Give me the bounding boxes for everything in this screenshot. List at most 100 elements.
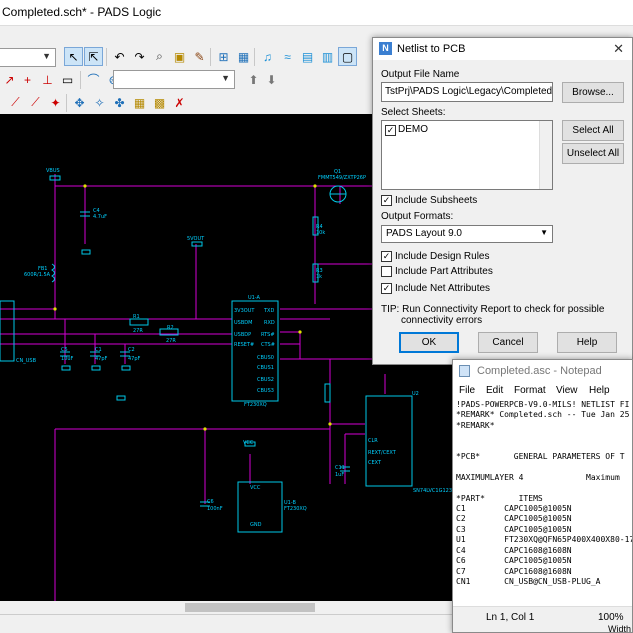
cursor-position: Ln 1, Col 1: [486, 612, 535, 623]
text-line: [456, 462, 632, 472]
toolbar-separator: [210, 48, 211, 66]
scrollbar-thumb[interactable]: [185, 603, 315, 612]
chart-icon[interactable]: ▤: [298, 47, 317, 66]
label-c1: C1: [95, 347, 102, 353]
menu-view[interactable]: View: [556, 385, 578, 396]
add-wire-icon[interactable]: ⟋: [6, 93, 25, 112]
menu-help[interactable]: Help: [589, 385, 610, 396]
close-icon[interactable]: ✕: [613, 41, 624, 57]
include-part-attributes-checkbox[interactable]: [381, 266, 392, 277]
zoom-combo[interactable]: ▼: [0, 48, 56, 67]
include-design-rules-checkbox[interactable]: ✓: [381, 251, 392, 262]
include-net-attributes-checkbox[interactable]: ✓: [381, 283, 392, 294]
line-icon[interactable]: ↗: [0, 70, 19, 89]
undo-icon[interactable]: ↶: [110, 47, 129, 66]
text-line: *PART* ITEMS: [456, 493, 543, 503]
notepad-menubar: File Edit Format View Help: [453, 382, 632, 400]
output-file-field[interactable]: TstPrj\PADS Logic\Legacy\Completed.asc: [381, 82, 553, 102]
dialog-titlebar[interactable]: N Netlist to PCB ✕: [373, 38, 632, 60]
include-design-rules-label: Include Design Rules: [395, 251, 490, 262]
select-icon[interactable]: ↖: [64, 47, 83, 66]
delete-icon[interactable]: ✗: [170, 93, 189, 112]
notepad-window: Completed.asc - Notepad File Edit Format…: [452, 359, 633, 633]
main-titlebar[interactable]: Completed.sch* - PADS Logic: [0, 0, 633, 26]
ok-button[interactable]: OK: [399, 332, 459, 353]
move-icon[interactable]: ✥: [70, 93, 89, 112]
label-r2: R2: [167, 325, 174, 331]
pin-label-cext: CEXT: [368, 460, 382, 466]
browse-button[interactable]: Browse...: [562, 82, 624, 103]
label-c6-value: 100nF: [207, 506, 223, 512]
label-u2-part: SN74LVC1G123: [413, 488, 452, 494]
text-line: CN1 CN_USB@CN_USB-PLUG_A: [456, 576, 601, 586]
notepad-titlebar[interactable]: Completed.asc - Notepad: [453, 360, 632, 382]
zoom-level: 100%: [598, 612, 624, 623]
wave-icon[interactable]: ≈: [278, 47, 297, 66]
eraser-icon[interactable]: ✎: [190, 47, 209, 66]
music-icon[interactable]: ♫: [258, 47, 277, 66]
label-c2-value: 47pF: [128, 356, 141, 362]
menu-edit[interactable]: Edit: [486, 385, 503, 396]
label-c11-value: 1uF: [335, 472, 344, 478]
zoom-icon[interactable]: ⌕: [150, 47, 169, 66]
pin-label-cbus0: CBUS0: [257, 355, 274, 361]
label-c5: C5: [61, 347, 68, 353]
arrow-up-icon[interactable]: ⬆: [244, 70, 263, 89]
label-icon[interactable]: ▩: [150, 93, 169, 112]
redo-icon[interactable]: ↷: [130, 47, 149, 66]
text-line: C3 CAPC1005@1005N: [456, 524, 572, 534]
flip-icon[interactable]: ✤: [110, 93, 129, 112]
menu-file[interactable]: File: [459, 385, 475, 396]
save-icon[interactable]: ▣: [170, 47, 189, 66]
label-r2-value: 27R: [166, 338, 176, 344]
pin-label-usbdp: USBDP: [234, 332, 251, 338]
text-line: [456, 483, 632, 493]
arc-icon[interactable]: ⌒: [84, 70, 103, 89]
sheets-listbox[interactable]: ✓ DEMO: [381, 120, 553, 190]
listbox-scrollbar[interactable]: [539, 121, 552, 189]
menu-format[interactable]: Format: [514, 385, 546, 396]
cancel-button[interactable]: Cancel: [478, 332, 538, 353]
label-r1-value: 27R: [133, 328, 143, 334]
select-filter-icon[interactable]: ⇱: [84, 47, 103, 66]
include-net-attributes-label: Include Net Attributes: [395, 283, 491, 294]
text-icon[interactable]: ▭: [58, 70, 77, 89]
rotate-icon[interactable]: ✧: [90, 93, 109, 112]
select-all-button[interactable]: Select All: [562, 120, 624, 141]
label-c4-value: 4.7uF: [93, 214, 107, 220]
layer-combo[interactable]: ▼: [113, 70, 235, 89]
netlist-to-pcb-dialog: N Netlist to PCB ✕ Output File Name TstP…: [372, 37, 633, 365]
pin-label-3v3out: 3V3OUT: [234, 308, 255, 314]
label-c6: C6: [207, 499, 214, 505]
add-bus-icon[interactable]: ⟋: [26, 93, 45, 112]
label-u1-part: FT230XQ: [244, 402, 267, 408]
output-format-select[interactable]: PADS Layout 9.0 ▼: [381, 225, 553, 243]
reports-icon[interactable]: ▥: [318, 47, 337, 66]
label-fb1-value: 600R/1.5A: [24, 272, 51, 278]
notepad-title: Completed.asc - Notepad: [477, 365, 602, 377]
include-part-attributes-label: Include Part Attributes: [395, 266, 493, 277]
arrow-down-icon[interactable]: ⬇: [262, 70, 281, 89]
pin-label-cts: CTS#: [261, 342, 275, 348]
add-connector-icon[interactable]: ✦: [46, 93, 65, 112]
unselect-all-button[interactable]: Unselect All: [562, 143, 624, 164]
text-line: C1 CAPC1005@1005N: [456, 504, 572, 514]
notepad-text-area[interactable]: !PADS-POWERPCB-V9.0-MILS! NETLIST FI *REM…: [456, 400, 632, 606]
notepad-icon: [459, 365, 470, 377]
sheet-demo-checkbox[interactable]: ✓: [385, 125, 396, 136]
help-button[interactable]: Help: [557, 332, 617, 353]
window-icon[interactable]: ▢: [338, 47, 357, 66]
label-r3-value: 1k: [316, 274, 322, 280]
output-format-value: PADS Layout 9.0: [386, 228, 462, 239]
bus-icon[interactable]: ⊥: [38, 70, 57, 89]
label-5vout: 5VOUT: [187, 236, 205, 242]
text-line: C4 CAPC1608@1608N: [456, 545, 572, 555]
toolbar-separator: [106, 48, 107, 66]
text-line: !PADS-POWERPCB-V9.0-MILS! NETLIST FI: [456, 400, 630, 409]
attribute-icon[interactable]: ▦: [130, 93, 149, 112]
include-subsheets-checkbox[interactable]: ✓: [381, 195, 392, 206]
pcb-icon[interactable]: ▦: [234, 47, 253, 66]
netlist-pcb-icon[interactable]: ⊞: [214, 47, 233, 66]
cross-icon[interactable]: +: [18, 70, 37, 89]
label-c2: C2: [128, 347, 135, 353]
